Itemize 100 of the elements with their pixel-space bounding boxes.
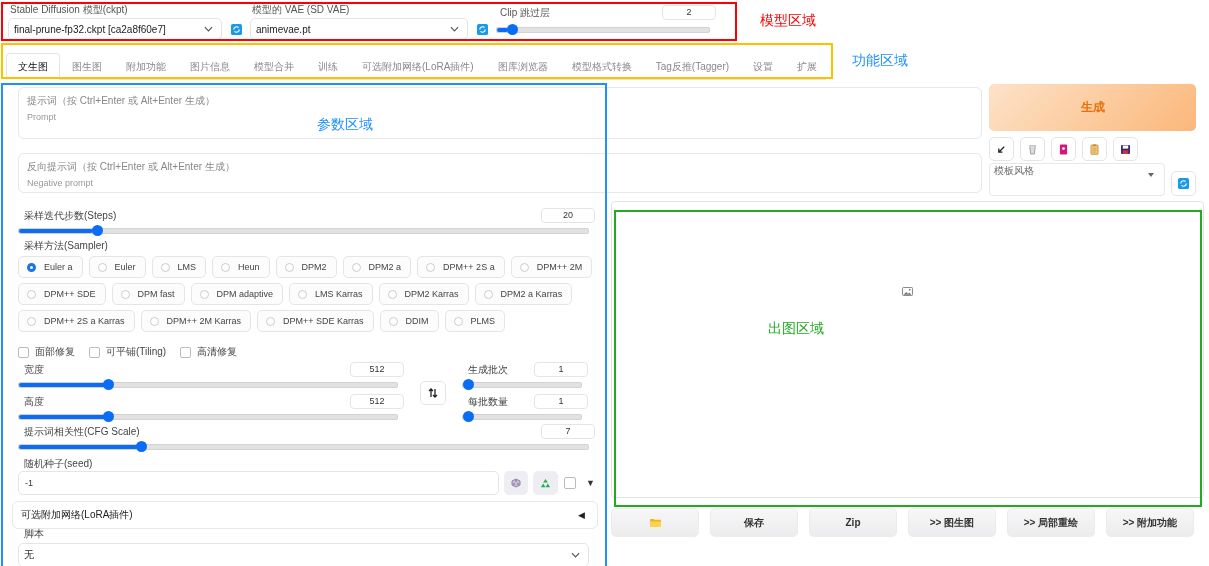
tab[interactable]: 附加功能 <box>114 53 178 80</box>
radio-option[interactable]: DDIM <box>379 310 439 332</box>
tab[interactable]: 文生图 <box>6 53 60 80</box>
radio-option[interactable]: DPM2 <box>275 256 337 278</box>
annotation-label: 参数区域 <box>317 116 373 134</box>
number-field[interactable]: 2 <box>662 5 716 20</box>
vae-select[interactable]: animevae.pt <box>250 18 468 40</box>
radio-option[interactable]: DPM++ 2M <box>510 256 593 278</box>
accordion-header[interactable]: 可选附加网络(LoRA插件) ◀ <box>12 501 598 529</box>
folder-icon <box>649 518 661 527</box>
tool-button[interactable] <box>1051 137 1076 161</box>
slider-track[interactable] <box>496 27 710 33</box>
slider-thumb[interactable] <box>91 225 103 236</box>
radio-option[interactable]: DPM++ 2S a <box>417 256 505 278</box>
radio-option[interactable]: DPM++ SDE <box>18 283 106 305</box>
chevron-icon <box>204 26 213 32</box>
slider-thumb[interactable] <box>103 379 115 390</box>
chevron-icon <box>450 26 459 32</box>
slider-label: 采样迭代步数(Steps) <box>23 208 117 223</box>
slider-thumb[interactable] <box>103 411 115 422</box>
expand-toggle[interactable]: ▼ <box>586 478 595 488</box>
annotation-label: 出图区域 <box>768 320 824 338</box>
refresh-button[interactable] <box>474 21 490 37</box>
annotation-label: 功能区域 <box>852 52 908 70</box>
slider-label: 提示词相关性(CFG Scale) <box>23 424 140 439</box>
negative-prompt-field[interactable]: 反向提示词（按 Ctrl+Enter 或 Alt+Enter 生成） Negative prompt <box>18 153 982 193</box>
radio-option[interactable]: DPM2 a <box>342 256 412 278</box>
radio-option[interactable]: DPM++ 2S a Karras <box>18 310 135 332</box>
recycle-icon <box>540 477 552 489</box>
random-seed-button[interactable] <box>503 471 529 495</box>
tab[interactable]: 图生图 <box>60 53 114 80</box>
slider-thumb[interactable] <box>463 411 474 422</box>
output-button[interactable]: >> 局部重绘 <box>1007 508 1095 537</box>
number-field[interactable]: 7 <box>541 424 595 439</box>
slider-label: 高度 <box>23 394 44 409</box>
annotation-label: 模型区域 <box>760 12 816 30</box>
script-select[interactable]: 无 <box>18 543 589 566</box>
model-select[interactable]: final-prune-fp32.ckpt [ca2a8f60e7] <box>8 18 222 40</box>
slider-thumb[interactable] <box>463 379 474 390</box>
tab[interactable]: 图片信息 <box>178 53 242 80</box>
radio-option[interactable]: DPM++ 2M Karras <box>140 310 252 332</box>
tab[interactable]: 训练 <box>306 53 350 80</box>
tool-button[interactable] <box>989 137 1014 161</box>
arrow-icon <box>997 144 1006 154</box>
trash-icon <box>1028 143 1037 155</box>
number-field[interactable]: 20 <box>541 208 595 223</box>
refresh-icon <box>476 23 488 35</box>
refresh-button[interactable] <box>1171 171 1196 196</box>
radio-option[interactable]: DPM2 Karras <box>378 283 469 305</box>
slider-thumb[interactable] <box>507 24 519 35</box>
swap-button[interactable] <box>420 381 446 405</box>
refresh-icon <box>230 23 242 35</box>
tab[interactable]: 模型格式转换 <box>559 53 644 80</box>
slider-track[interactable] <box>462 414 582 420</box>
radio-option[interactable]: DPM++ SDE Karras <box>257 310 374 332</box>
tab[interactable]: 扩展 <box>785 53 830 80</box>
checkbox[interactable] <box>564 477 577 489</box>
output-button[interactable]: >> 附加功能 <box>1106 508 1194 537</box>
slider-track[interactable] <box>18 414 398 420</box>
radio-option[interactable]: LMS Karras <box>289 283 373 305</box>
checkbox-option[interactable]: 高清修复 <box>180 345 238 359</box>
caret-icon <box>1148 173 1154 177</box>
slider-track[interactable] <box>18 382 398 388</box>
tool-button[interactable] <box>1113 137 1138 161</box>
refresh-button[interactable] <box>228 21 244 37</box>
radio-option[interactable]: DPM adaptive <box>190 283 284 305</box>
checkbox-option[interactable]: 可平铺(Tiling) <box>89 345 167 359</box>
slider-track[interactable] <box>18 228 589 234</box>
checkbox-option[interactable]: 面部修复 <box>18 345 75 359</box>
tab[interactable]: Tag反推(Tagger) <box>643 53 742 80</box>
slider-label: 每批数量 <box>467 394 508 409</box>
radio-option[interactable]: PLMS <box>444 310 506 332</box>
reuse-seed-button[interactable] <box>533 471 559 495</box>
output-button[interactable]: 保存 <box>710 508 798 537</box>
chevron-icon <box>571 552 580 558</box>
radio-option[interactable]: LMS <box>151 256 207 278</box>
tab[interactable]: 设置 <box>741 53 786 80</box>
radio-option[interactable]: Euler a <box>18 256 83 278</box>
field-label: Stable Diffusion 模型(ckpt) <box>9 3 129 17</box>
number-field[interactable]: 512 <box>350 362 404 377</box>
radio-option[interactable]: DPM fast <box>111 283 185 305</box>
field-label: 模型的 VAE (SD VAE) <box>251 3 351 17</box>
floppy-icon <box>1121 144 1130 154</box>
number-field[interactable]: 1 <box>534 394 588 409</box>
slider-thumb[interactable] <box>136 441 148 452</box>
tab[interactable]: 图库浏览器 <box>485 53 560 80</box>
radio-option[interactable]: Euler <box>88 256 146 278</box>
output-button[interactable]: >> 图生图 <box>908 508 996 537</box>
clipboard-icon <box>1090 143 1099 155</box>
style-select[interactable]: 模板风格 <box>989 163 1165 196</box>
tab[interactable]: 可选附加网络(LoRA插件) <box>350 53 486 80</box>
radio-option[interactable]: DPM2 a Karras <box>474 283 573 305</box>
seed-field[interactable]: -1 <box>18 471 499 495</box>
slider-track[interactable] <box>462 382 582 388</box>
number-field[interactable]: 1 <box>534 362 588 377</box>
output-button[interactable]: Zip <box>809 508 897 537</box>
number-field[interactable]: 512 <box>350 394 404 409</box>
slider-track[interactable] <box>18 444 589 450</box>
tab[interactable]: 模型合并 <box>242 53 306 80</box>
radio-option[interactable]: Heun <box>212 256 270 278</box>
